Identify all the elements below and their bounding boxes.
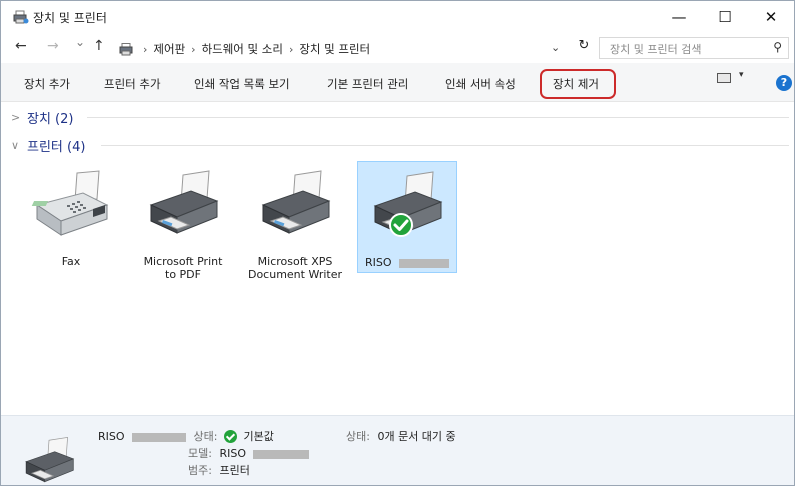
chevron-down-icon: ∨	[11, 138, 20, 152]
address-row: ← → ⌄ ↑ › 제어판 › 하드웨어 및 소리 › 장치 및 프린터 ⌄ ↻…	[1, 33, 794, 63]
add-printer-button[interactable]: 프린터 추가	[104, 76, 161, 92]
breadcrumb: › 제어판 › 하드웨어 및 소리 › 장치 및 프린터	[119, 41, 370, 57]
printer-item-microsoft-print-to-pdf[interactable]: Microsoft Print to PDF	[133, 161, 233, 281]
minimize-button[interactable]: —	[656, 1, 702, 33]
back-arrow-icon[interactable]: ←	[15, 38, 27, 54]
print-server-properties-button[interactable]: 인쇄 서버 속성	[445, 76, 516, 92]
title-bar: 장치 및 프린터 — ☐ ✕	[1, 1, 794, 33]
printer-label: RISO	[358, 256, 456, 269]
see-print-queue-button[interactable]: 인쇄 작업 목록 보기	[194, 76, 290, 92]
printer-label: Fax	[61, 255, 81, 268]
chevron-right-icon: >	[11, 110, 21, 124]
maximize-button[interactable]: ☐	[702, 1, 748, 33]
group-divider	[101, 145, 789, 146]
printer-item-fax[interactable]: Fax	[21, 161, 121, 273]
help-icon[interactable]: ?	[776, 75, 792, 91]
manage-default-printers-button[interactable]: 기본 프린터 관리	[327, 76, 408, 92]
devices-and-printers-window: 장치 및 프린터 — ☐ ✕ ← → ⌄ ↑ › 제어판 › 하드웨어 및 소리…	[0, 0, 795, 486]
add-device-button[interactable]: 장치 추가	[24, 76, 70, 92]
default-checkmark-icon	[389, 213, 413, 237]
chevron-right-icon: ›	[191, 42, 196, 56]
printer-icon	[373, 171, 443, 237]
group-printers-header[interactable]: ∨ 프린터 (4)	[11, 136, 789, 155]
breadcrumb-hardware-sound[interactable]: 하드웨어 및 소리	[202, 41, 283, 57]
redacted-text	[399, 258, 450, 268]
printer-item-riso[interactable]: RISO	[357, 161, 457, 273]
window-title: 장치 및 프린터	[33, 11, 107, 25]
printer-item-microsoft-xps-document-writer[interactable]: Microsoft XPS Document Writer	[245, 161, 345, 281]
details-pane: RISO 상태: 기본값 상태: 0개 문서 대기 중 모델: RISO 범주:…	[1, 415, 794, 485]
breadcrumb-control-panel[interactable]: 제어판	[153, 41, 185, 57]
details-queue-row: 상태: 0개 문서 대기 중	[346, 428, 456, 444]
details-name-row: RISO 상태: 기본값	[98, 428, 274, 444]
details-status-value: 기본값	[243, 430, 274, 443]
recent-locations-icon[interactable]: ⌄	[75, 35, 85, 49]
redacted-text	[132, 432, 187, 442]
printer-icon	[25, 437, 75, 483]
details-category-value: 프린터	[219, 464, 250, 477]
details-printer-name: RISO	[98, 430, 125, 443]
printer-label: Microsoft XPS Document Writer	[247, 255, 343, 281]
printer-icon	[261, 170, 331, 234]
search-input[interactable]	[608, 40, 762, 58]
fax-icon	[31, 170, 109, 236]
view-options-caret-icon[interactable]: ▾	[739, 70, 744, 80]
search-box: ⚲	[599, 37, 789, 59]
details-model-key: 모델:	[188, 447, 212, 460]
printer-label: Microsoft Print to PDF	[143, 255, 223, 281]
devices-printers-icon	[13, 10, 29, 24]
printer-icon	[149, 170, 219, 234]
group-divider	[87, 117, 789, 118]
remove-device-highlight	[540, 69, 616, 99]
group-devices-header[interactable]: > 장치 (2)	[11, 108, 789, 127]
close-button[interactable]: ✕	[748, 1, 794, 33]
details-model-row: 모델: RISO	[188, 445, 310, 461]
group-printers-label: 프린터 (4)	[27, 139, 86, 155]
details-queue-value: 0개 문서 대기 중	[377, 430, 456, 443]
address-dropdown-icon[interactable]: ⌄	[551, 41, 560, 54]
refresh-icon[interactable]: ↻	[573, 38, 595, 58]
devices-printers-icon	[119, 42, 133, 55]
forward-arrow-icon[interactable]: →	[47, 38, 59, 54]
details-status-key: 상태:	[193, 430, 218, 443]
chevron-right-icon: ›	[143, 42, 148, 56]
search-icon[interactable]: ⚲	[773, 40, 782, 54]
details-category-row: 범주: 프린터	[188, 462, 250, 478]
group-devices-label: 장치 (2)	[27, 111, 74, 127]
redacted-text	[253, 449, 310, 459]
default-checkmark-icon	[223, 430, 237, 443]
details-queue-key: 상태:	[346, 430, 370, 443]
chevron-right-icon: ›	[288, 42, 294, 56]
details-category-key: 범주:	[188, 464, 212, 477]
details-model-value: RISO	[219, 447, 246, 460]
change-view-icon[interactable]	[717, 73, 731, 83]
up-arrow-icon[interactable]: ↑	[93, 38, 105, 54]
command-bar: 장치 추가 프린터 추가 인쇄 작업 목록 보기 기본 프린터 관리 인쇄 서버…	[1, 63, 794, 102]
breadcrumb-devices-printers[interactable]: 장치 및 프린터	[299, 41, 370, 57]
